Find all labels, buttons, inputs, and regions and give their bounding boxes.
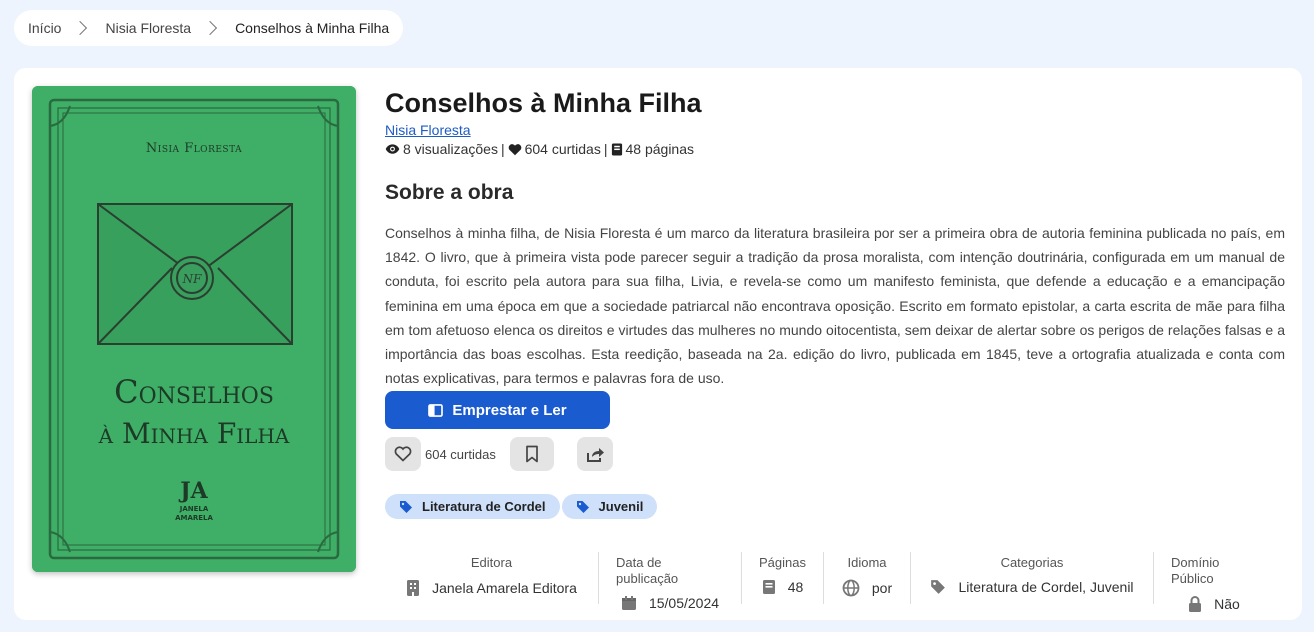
tag-icon [931,580,946,594]
like-button[interactable] [385,437,421,471]
book-icon [611,142,622,156]
meta-categories: Categorias Literatura de Cordel, Juvenil [911,552,1154,604]
stats-separator: | [603,141,608,157]
book-stats: 8 visualizações | 604 curtidas | 48 pági… [385,141,1285,157]
meta-categories-label: Categorias [1000,555,1064,570]
meta-date-label: Data de publicação [616,555,679,586]
cover-author: Nisia Floresta [146,141,242,156]
book-cover: Nisia Floresta NF Conselhos à Minha Filh… [32,86,356,572]
breadcrumb-home-link[interactable]: Início [28,20,61,36]
tag-chip[interactable]: Juvenil [561,494,658,519]
heart-outline-icon [394,446,412,462]
cover-publisher-line2: AMARELA [175,514,213,522]
cover-seal-monogram: NF [182,272,203,286]
borrow-and-read-button[interactable]: Emprestar e Ler [385,391,610,429]
pages-count: 48 páginas [625,141,695,157]
meta-publisher: Editora Janela Amarela Editora [385,552,599,604]
views-count: 8 visualizações [403,141,498,157]
book-title: Conselhos à Minha Filha [385,88,702,118]
meta-publisher-value: Janela Amarela Editora [432,580,577,596]
chevron-right-icon [73,20,88,36]
meta-publisher-label: Editora [470,555,513,570]
tag-label: Juvenil [598,499,644,514]
share-icon [586,448,604,462]
meta-public-domain-value: Não [1214,596,1240,612]
chevron-right-icon [202,20,218,36]
globe-icon [842,579,860,597]
author-link[interactable]: Nisia Floresta [385,122,471,138]
breadcrumb: Início Nisia Floresta Conselhos à Minha … [14,10,404,46]
stats-separator: | [500,141,505,157]
bookmark-icon [525,445,538,463]
meta-language-value: por [871,580,893,596]
meta-publication-date: Data de publicação 15/05/2024 [599,552,742,611]
book-icon [762,580,775,594]
bookmark-button[interactable] [509,437,554,471]
book-info: Conselhos à Minha Filha Nisia Floresta 8… [385,86,1285,390]
borrow-and-read-label: Emprestar e Ler [452,401,567,419]
tag-icon [400,500,412,513]
meta-date-value: 15/05/2024 [648,595,720,611]
meta-public-domain-label: Domínio Público [1171,555,1220,586]
meta-pages-label: Páginas [759,555,806,570]
book-metadata: Editora Janela Amarela Editora Data de p… [385,552,1274,612]
tag-chip[interactable]: Literatura de Cordel [385,494,560,519]
meta-language-label: Idioma [847,555,887,570]
meta-pages: Páginas 48 [742,552,824,604]
heart-icon [508,143,521,155]
publisher-logo: JA JANELA AMARELA [175,478,213,522]
cover-publisher-monogram: JA [178,478,208,504]
tag-icon [576,500,589,513]
meta-public-domain: Domínio Público Não [1154,552,1274,612]
secondary-actions: 604 curtidas [385,437,613,471]
eye-icon [385,144,400,154]
cover-title-line2: à Minha Filha [98,417,290,450]
about-heading: Sobre a obra [385,181,514,204]
tag-list: Literatura de Cordel Juvenil [385,494,658,519]
breadcrumb-current: Conselhos à Minha Filha [235,20,390,36]
like-count: 604 curtidas [425,446,496,462]
calendar-icon [621,596,636,610]
cover-title-line1: Conselhos [114,373,274,411]
book-open-icon [428,403,444,417]
book-detail-card: Nisia Floresta NF Conselhos à Minha Filh… [14,68,1302,620]
breadcrumb-author-link[interactable]: Nisia Floresta [105,20,191,36]
meta-categories-value: Literatura de Cordel, Juvenil [958,579,1134,595]
building-icon [407,580,420,596]
lock-icon [1189,596,1202,612]
likes-count: 604 curtidas [524,141,601,157]
cover-publisher-line1: JANELA [179,505,209,513]
meta-pages-value: 48 [787,579,804,595]
tag-label: Literatura de Cordel [422,499,546,514]
meta-language: Idioma por [824,552,911,604]
share-button[interactable] [576,437,613,471]
book-description: Conselhos à minha filha, de Nisia Flores… [385,225,1285,387]
